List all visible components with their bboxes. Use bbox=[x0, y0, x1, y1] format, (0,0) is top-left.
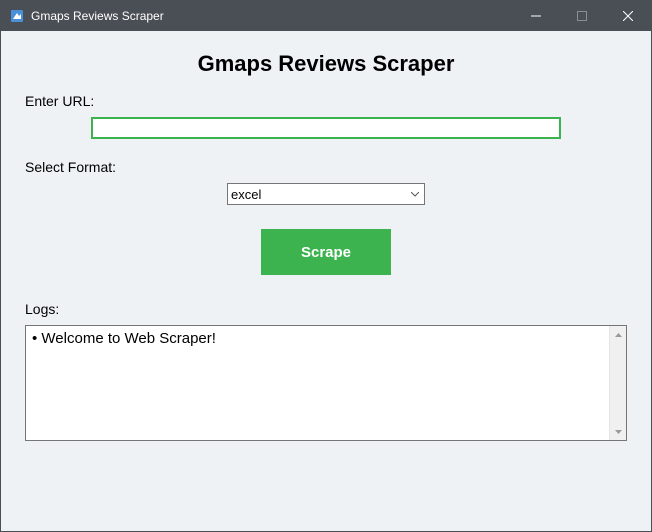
titlebar[interactable]: Gmaps Reviews Scraper bbox=[1, 1, 651, 31]
page-title: Gmaps Reviews Scraper bbox=[25, 51, 627, 77]
window-title: Gmaps Reviews Scraper bbox=[31, 9, 513, 23]
format-combobox[interactable]: excel bbox=[227, 183, 425, 205]
minimize-button[interactable] bbox=[513, 1, 559, 31]
window-controls bbox=[513, 1, 651, 31]
close-button[interactable] bbox=[605, 1, 651, 31]
scrape-row: Scrape bbox=[25, 229, 627, 275]
url-label: Enter URL: bbox=[25, 93, 627, 109]
app-icon bbox=[9, 8, 25, 24]
url-row bbox=[25, 117, 627, 139]
application-window: Gmaps Reviews Scraper Gmaps Reviews Scra… bbox=[0, 0, 652, 532]
logs-section: Logs: • Welcome to Web Scraper! bbox=[25, 301, 627, 441]
client-area: Gmaps Reviews Scraper Enter URL: Select … bbox=[1, 31, 651, 531]
logs-scrollbar[interactable] bbox=[609, 326, 626, 440]
scrape-button[interactable]: Scrape bbox=[261, 229, 391, 275]
logs-container: • Welcome to Web Scraper! bbox=[25, 325, 627, 441]
maximize-button[interactable] bbox=[559, 1, 605, 31]
logs-textarea[interactable]: • Welcome to Web Scraper! bbox=[26, 326, 609, 440]
logs-label: Logs: bbox=[25, 301, 627, 317]
url-input[interactable] bbox=[91, 117, 561, 139]
format-selected-value: excel bbox=[231, 187, 406, 202]
format-label: Select Format: bbox=[25, 159, 627, 175]
scroll-down-icon[interactable] bbox=[610, 423, 626, 440]
chevron-down-icon bbox=[406, 184, 424, 204]
format-row: excel bbox=[25, 183, 627, 205]
scroll-up-icon[interactable] bbox=[610, 326, 626, 343]
